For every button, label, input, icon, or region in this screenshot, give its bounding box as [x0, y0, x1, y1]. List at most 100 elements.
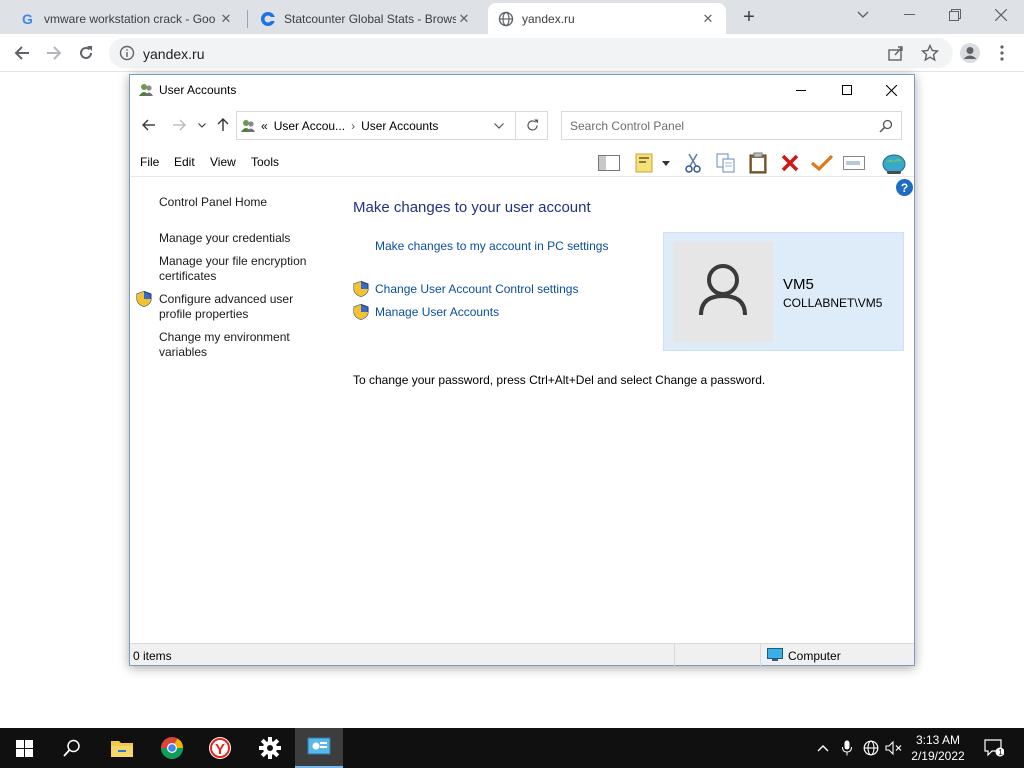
- menu-tools[interactable]: Tools: [251, 155, 279, 169]
- breadcrumb: « User Accou... › User Accounts: [261, 119, 444, 133]
- forward-arrow-icon[interactable]: [169, 115, 189, 135]
- password-note: To change your password, press Ctrl+Alt+…: [353, 373, 766, 387]
- profile-avatar-icon[interactable]: [956, 39, 984, 67]
- avatar: [673, 242, 773, 342]
- breadcrumb-user-accounts-parent[interactable]: User Accou...: [274, 119, 345, 133]
- user-accounts-window: User Accounts « User Accou... › User Acco…: [129, 74, 915, 666]
- breadcrumb-chevron-icon[interactable]: ›: [351, 119, 355, 133]
- show-hidden-icons-chevron-icon[interactable]: [812, 728, 834, 768]
- close-tab-icon[interactable]: ✕: [700, 11, 716, 27]
- menu-view[interactable]: View: [210, 155, 236, 169]
- cut-scissors-icon[interactable]: [680, 151, 706, 175]
- file-encryption-link[interactable]: Manage your file encryption certificates: [159, 254, 324, 284]
- up-arrow-icon[interactable]: [213, 115, 233, 135]
- yandex-browser-icon[interactable]: Y: [196, 728, 244, 768]
- breadcrumb-user-accounts[interactable]: User Accounts: [361, 119, 438, 133]
- browser-toolbar: yandex.ru: [0, 34, 1024, 72]
- manage-user-accounts-link[interactable]: Manage User Accounts: [375, 305, 499, 319]
- file-explorer-icon[interactable]: [98, 728, 146, 768]
- tab-statcounter[interactable]: Statcounter Global Stats - Brows ✕: [250, 3, 482, 34]
- menu-edit[interactable]: Edit: [174, 155, 195, 169]
- window-maximize-icon[interactable]: [824, 75, 870, 105]
- search-icon[interactable]: [879, 119, 893, 133]
- status-divider: [760, 644, 761, 666]
- statcounter-icon: [260, 11, 276, 27]
- paste-clipboard-icon[interactable]: [745, 151, 771, 175]
- tab-search-chevron-icon[interactable]: [840, 0, 886, 30]
- view-options-icon[interactable]: [633, 151, 659, 175]
- svg-text:Y: Y: [215, 741, 225, 758]
- start-windows-icon[interactable]: [0, 728, 48, 768]
- refresh-icon[interactable]: [515, 112, 548, 139]
- properties-checkmark-icon[interactable]: [809, 151, 835, 175]
- uac-shield-icon: [353, 280, 369, 298]
- restore-icon[interactable]: [932, 0, 978, 30]
- clock-date: 2/19/2022: [911, 749, 965, 763]
- tab-divider: [247, 10, 248, 28]
- advanced-user-profile-link[interactable]: Configure advanced user profile properti…: [159, 292, 324, 322]
- new-tab-button[interactable]: +: [738, 6, 760, 28]
- rename-icon[interactable]: [841, 151, 867, 175]
- delete-x-icon[interactable]: [777, 151, 803, 175]
- menu-file[interactable]: File: [140, 155, 159, 169]
- notification-center-icon[interactable]: 1: [980, 728, 1008, 768]
- window-close-icon[interactable]: [868, 75, 914, 105]
- windows-taskbar: Y 3:13 AM 2/19/2022 1: [0, 728, 1024, 768]
- tab-title: yandex.ru: [522, 11, 575, 26]
- settings-gear-icon[interactable]: [246, 728, 294, 768]
- chrome-icon[interactable]: [148, 728, 196, 768]
- breadcrumb-overflow[interactable]: «: [261, 119, 268, 133]
- environment-variables-link[interactable]: Change my environment variables: [159, 330, 324, 360]
- globe-icon: [498, 11, 514, 27]
- explorer-address-bar[interactable]: « User Accou... › User Accounts: [236, 111, 548, 140]
- clock-time: 3:13 AM: [915, 733, 961, 747]
- bookmark-star-icon[interactable]: [920, 43, 940, 62]
- manage-credentials-link[interactable]: Manage your credentials: [159, 231, 324, 246]
- view-options-dropdown-icon[interactable]: [659, 151, 673, 175]
- user-accounts-icon: [240, 118, 256, 134]
- system-clock[interactable]: 3:13 AM 2/19/2022: [906, 732, 970, 764]
- back-arrow-icon[interactable]: [139, 115, 159, 135]
- share-icon[interactable]: [887, 44, 905, 62]
- close-browser-icon[interactable]: [978, 0, 1024, 30]
- minimize-icon[interactable]: [886, 0, 932, 30]
- microphone-icon[interactable]: [836, 728, 858, 768]
- notification-count: 1: [998, 748, 1003, 757]
- url-text: yandex.ru: [143, 46, 205, 62]
- globe-customize-icon[interactable]: [879, 151, 909, 175]
- window-minimize-icon[interactable]: [778, 75, 824, 105]
- copy-icon[interactable]: [713, 151, 739, 175]
- volume-muted-icon[interactable]: [883, 728, 905, 768]
- tab-google-search[interactable]: G vmware workstation crack - Goo ✕: [10, 3, 244, 34]
- uac-settings-link[interactable]: Change User Account Control settings: [375, 282, 578, 296]
- control-panel-taskbar-icon[interactable]: [295, 728, 343, 768]
- search-icon[interactable]: [48, 728, 96, 768]
- search-control-panel-field[interactable]: Search Control Panel: [561, 111, 902, 140]
- reload-icon[interactable]: [72, 39, 100, 67]
- site-info-icon[interactable]: [119, 45, 135, 61]
- network-globe-icon[interactable]: [860, 728, 882, 768]
- window-titlebar[interactable]: User Accounts: [130, 75, 914, 105]
- forward-arrow-icon[interactable]: [40, 39, 68, 67]
- browser-tab-strip: G vmware workstation crack - Goo ✕ Statc…: [0, 0, 1024, 34]
- recent-locations-chevron-icon[interactable]: [192, 115, 212, 135]
- user-tile: VM5 COLLABNET\VM5: [663, 232, 904, 351]
- address-bar[interactable]: yandex.ru: [109, 38, 953, 68]
- tab-yandex[interactable]: yandex.ru ✕: [488, 3, 726, 34]
- control-panel-home-link[interactable]: Control Panel Home: [159, 195, 324, 210]
- tab-title: Statcounter Global Stats - Brows: [284, 11, 456, 26]
- address-dropdown-icon[interactable]: [491, 118, 507, 134]
- navigation-row: « User Accou... › User Accounts Search Cont…: [130, 109, 914, 141]
- menu-bar: File Edit View Tools: [130, 149, 914, 177]
- pc-settings-link[interactable]: Make changes to my account in PC setting…: [375, 239, 608, 253]
- help-question-icon[interactable]: ?: [896, 179, 913, 196]
- close-tab-icon[interactable]: ✕: [218, 11, 234, 27]
- window-title: User Accounts: [159, 83, 237, 97]
- status-bar: 0 items Computer: [130, 643, 914, 666]
- item-count: 0 items: [133, 649, 172, 663]
- preview-pane-icon[interactable]: [596, 151, 622, 175]
- uac-shield-icon: [136, 290, 152, 308]
- back-arrow-icon[interactable]: [8, 39, 36, 67]
- close-tab-icon[interactable]: ✕: [456, 11, 472, 27]
- kebab-menu-icon[interactable]: [988, 39, 1016, 67]
